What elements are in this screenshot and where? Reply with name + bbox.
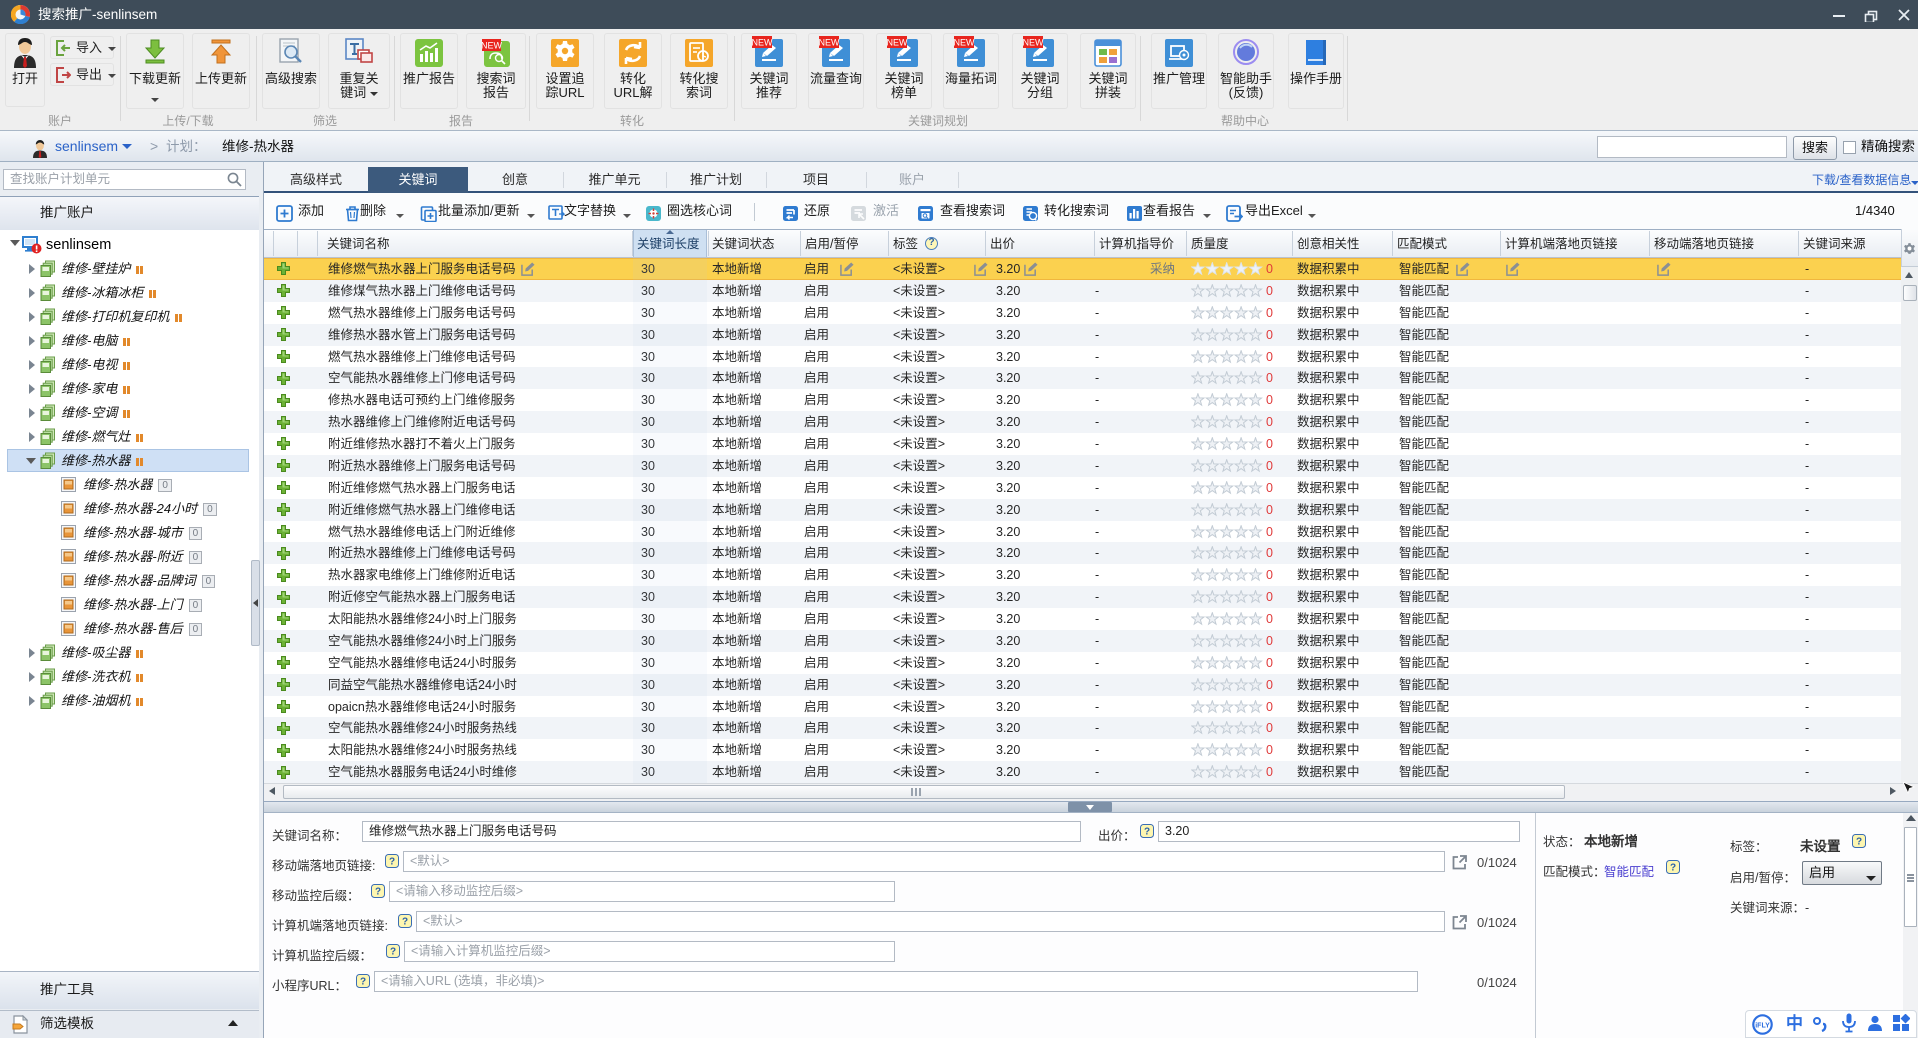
svg-text:?: ? [402,917,408,928]
svg-text:?: ? [375,887,381,898]
svg-text:NEW: NEW [752,38,774,48]
svg-text:NEW: NEW [1023,38,1045,48]
svg-text:NEW: NEW [819,38,841,48]
svg-text:iFLY: iFLY [1755,1023,1770,1030]
svg-text:?: ? [1670,863,1676,874]
svg-text:?: ? [1856,837,1862,848]
svg-text:NEW: NEW [954,38,976,48]
svg-text:?: ? [360,977,366,988]
svg-text:NEW: NEW [482,41,503,51]
svg-text:?: ? [1144,827,1150,838]
svg-text:NEW: NEW [887,38,909,48]
svg-text:?: ? [389,857,395,868]
svg-text:?: ? [390,947,396,958]
